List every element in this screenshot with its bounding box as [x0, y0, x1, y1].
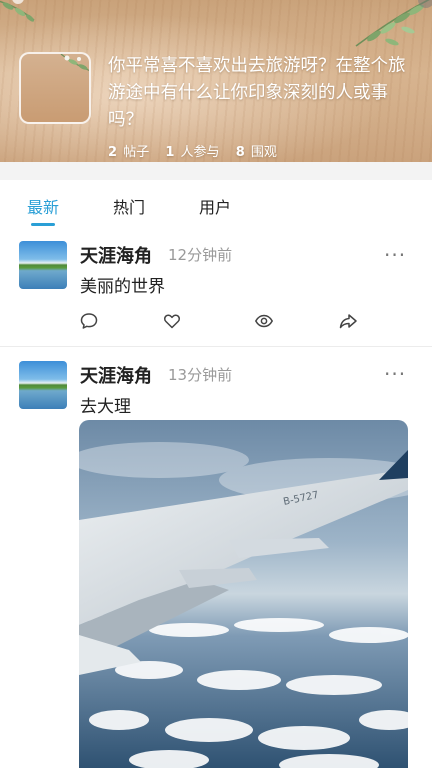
tab-users[interactable]: 用户: [199, 194, 231, 218]
topic-cover-image: [19, 52, 91, 124]
post-text[interactable]: 去大理: [80, 392, 131, 417]
avatar[interactable]: [19, 361, 67, 409]
post-author[interactable]: 天涯海角: [80, 362, 152, 388]
posts-count: 2 帖子: [108, 145, 150, 160]
like-heart-icon[interactable]: [162, 311, 182, 331]
tab-latest[interactable]: 最新: [27, 194, 59, 218]
share-icon[interactable]: [338, 311, 358, 331]
participants-count: 1 人参与: [165, 145, 220, 160]
comment-icon[interactable]: [79, 311, 99, 331]
post-time: 12分钟前: [168, 246, 233, 264]
topic-title: 你平常喜不喜欢出去旅游呀？在整个旅游途中有什么让你印象深刻的人或事吗？: [108, 56, 406, 130]
post-time: 13分钟前: [168, 366, 233, 384]
leaf-decoration-icon: [0, 0, 35, 22]
post-photo-airplane-wing[interactable]: B-5727: [79, 420, 408, 768]
more-options-icon[interactable]: ···: [384, 364, 406, 384]
plant-decoration-icon: [355, 0, 432, 47]
more-options-icon[interactable]: ···: [384, 245, 406, 265]
tab-hot[interactable]: 热门: [113, 194, 145, 218]
section-divider: [0, 162, 432, 180]
viewers-count: 8 围观: [235, 145, 277, 160]
avatar[interactable]: [19, 241, 67, 289]
post-card[interactable]: 天涯海角 12分钟前 ··· 美丽的世界: [0, 228, 432, 346]
topic-banner: 你平常喜不喜欢出去旅游呀？在整个旅游途中有什么让你印象深刻的人或事吗？ 2 帖子…: [0, 0, 432, 162]
post-author[interactable]: 天涯海角: [80, 242, 152, 268]
topic-stats: 2 帖子 1 人参与 8 围观: [108, 141, 289, 160]
active-tab-indicator: [31, 223, 55, 226]
feed-tabs: 最新 热门 用户: [0, 180, 432, 228]
post-actions: [0, 311, 432, 333]
post-text[interactable]: 美丽的世界: [80, 272, 165, 297]
view-eye-icon[interactable]: [254, 311, 274, 331]
